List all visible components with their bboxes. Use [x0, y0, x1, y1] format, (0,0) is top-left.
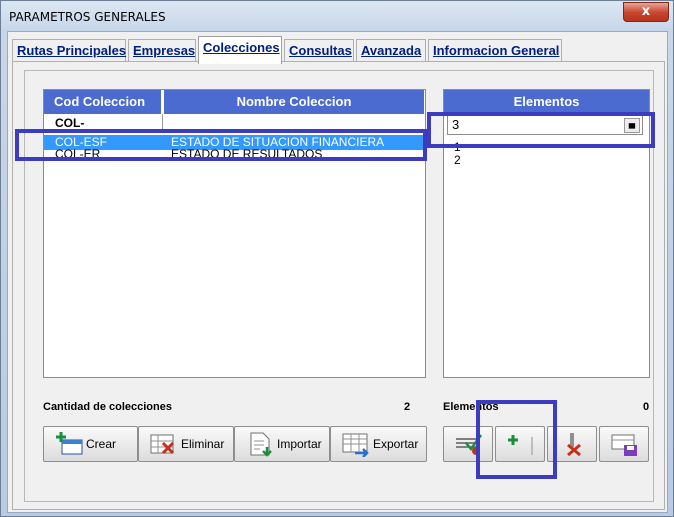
tab-colecciones[interactable]: Colecciones [198, 36, 282, 64]
plus-icon [506, 431, 536, 457]
checkmark-delete-icon [454, 431, 484, 457]
parametros-window: PARAMETROS GENERALES x Rutas Principales… [0, 0, 674, 517]
eliminar-button[interactable]: Eliminar [138, 426, 234, 462]
list-item[interactable]: 2 [454, 154, 461, 167]
collections-count-value: 2 [404, 401, 411, 413]
table-row[interactable]: COL-ER ESTADO DE RESULTADOS [44, 147, 425, 162]
client-area: Rutas Principales Empresas Colecciones C… [7, 31, 668, 513]
close-button[interactable]: x [623, 2, 669, 22]
delete-element-icon [558, 431, 588, 457]
content-frame: Cod Coleccion Nombre Coleccion COL- COL-… [24, 70, 654, 502]
new-code-input[interactable]: COL- [55, 114, 84, 132]
elements-count-value: 0 [643, 401, 650, 413]
collections-count-label: Cantidad de colecciones [43, 401, 172, 413]
collections-list[interactable]: Cod Coleccion Nombre Coleccion COL- COL-… [43, 89, 426, 378]
element-input-value: 3 [452, 117, 460, 132]
delete-element-button[interactable] [547, 426, 597, 462]
row-name: ESTADO DE RESULTADOS [171, 147, 323, 161]
save-element-button[interactable] [599, 426, 649, 462]
save-icon [610, 431, 640, 457]
elements-count-label: Elementos [443, 401, 499, 413]
exportar-button[interactable]: Exportar [330, 426, 427, 462]
tab-consultas[interactable]: Consultas [284, 39, 354, 63]
crear-label: Crear [86, 437, 117, 451]
add-element-button[interactable] [495, 426, 545, 462]
header-elementos[interactable]: Elementos [444, 90, 649, 114]
row-code: COL-ER [55, 147, 101, 161]
tab-avanzada[interactable]: Avanzada [356, 39, 426, 63]
importar-label: Importar [277, 437, 322, 451]
header-cod-coleccion[interactable]: Cod Coleccion [44, 90, 162, 114]
accept-element-button[interactable] [443, 426, 493, 462]
eliminar-label: Eliminar [181, 437, 225, 451]
combo-dropdown-button[interactable]: ▄ [624, 118, 640, 133]
crear-button[interactable]: Crear [43, 426, 138, 462]
header-nombre-coleccion[interactable]: Nombre Coleccion [164, 90, 425, 114]
tab-informacion-general[interactable]: Informacion General [428, 39, 562, 63]
new-collection-row[interactable]: COL- [44, 114, 425, 132]
tab-rutas-principales[interactable]: Rutas Principales [12, 39, 126, 63]
column-divider [162, 114, 163, 132]
window-title: PARAMETROS GENERALES [9, 10, 166, 24]
element-combo-input[interactable]: 3 ▄ [447, 115, 643, 135]
importar-button[interactable]: Importar [234, 426, 330, 462]
import-icon [245, 431, 275, 457]
export-icon [341, 431, 371, 458]
add-collection-icon [54, 431, 84, 457]
exportar-label: Exportar [373, 437, 419, 451]
colecciones-page: Cod Coleccion Nombre Coleccion COL- COL-… [12, 61, 665, 510]
title-bar: PARAMETROS GENERALES x [1, 1, 673, 31]
tab-empresas[interactable]: Empresas [128, 39, 196, 63]
delete-collection-icon [149, 431, 179, 457]
elements-list[interactable]: Elementos 3 ▄ 1 2 [443, 89, 650, 378]
